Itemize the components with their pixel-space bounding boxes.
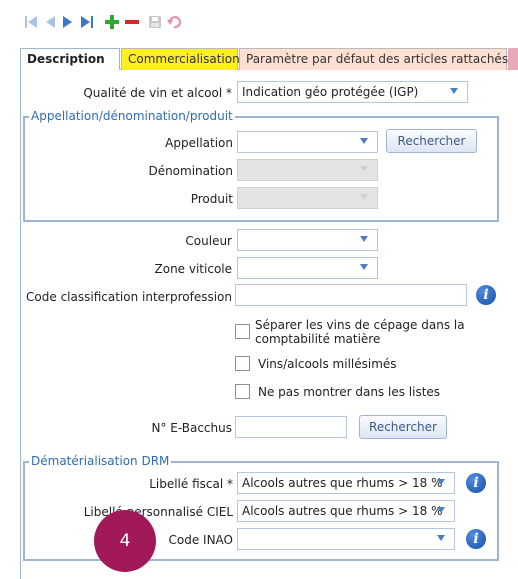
first-record-icon[interactable]: [24, 14, 38, 30]
separer-cepage-checkbox[interactable]: [235, 324, 250, 339]
appellation-search-button[interactable]: Rechercher: [386, 129, 477, 153]
millesimes-label: Vins/alcools millésimés: [258, 357, 397, 371]
tab-parametre-articles[interactable]: Paramètre par défaut des articles rattac…: [239, 48, 508, 70]
libelle-ciel-select[interactable]: Alcools autres que rhums > 18 %: [237, 500, 455, 522]
ne-pas-montrer-label: Ne pas montrer dans les listes: [258, 385, 441, 399]
info-icon[interactable]: i: [466, 473, 486, 493]
chevron-down-icon: [437, 479, 445, 485]
appellation-label: Appellation: [165, 136, 233, 150]
chevron-down-icon: [360, 138, 368, 144]
description-panel: Qualité de vin et alcool * Indication gé…: [20, 70, 518, 579]
tab-overflow[interactable]: [508, 48, 518, 70]
separer-cepage-label-line1: Séparer les vins de cépage dans la: [255, 318, 465, 332]
qualite-label: Qualité de vin et alcool *: [83, 86, 232, 100]
millesimes-checkbox[interactable]: [235, 356, 250, 371]
chevron-down-icon: [360, 194, 368, 200]
chevron-down-icon: [360, 264, 368, 270]
code-classification-input[interactable]: [235, 284, 467, 306]
undo-icon[interactable]: [166, 14, 182, 30]
tab-strip: Description Commercialisation Paramètre …: [20, 48, 518, 71]
libelle-fiscal-value: Alcools autres que rhums > 18 %: [242, 476, 443, 490]
ne-pas-montrer-checkbox[interactable]: [235, 384, 250, 399]
drm-group-title: Dématérialisation DRM: [29, 454, 172, 468]
zone-viticole-select[interactable]: [237, 257, 378, 279]
previous-record-icon[interactable]: [44, 14, 56, 30]
libelle-ciel-value: Alcools autres que rhums > 18 %: [242, 504, 443, 518]
libelle-fiscal-select[interactable]: Alcools autres que rhums > 18 %: [237, 472, 455, 494]
info-icon[interactable]: i: [476, 285, 496, 305]
last-record-icon[interactable]: [80, 14, 94, 30]
zone-viticole-label: Zone viticole: [154, 262, 233, 276]
separer-cepage-label-line2: comptabilité matière: [255, 332, 381, 346]
couleur-label: Couleur: [185, 234, 232, 248]
save-icon[interactable]: [148, 14, 162, 30]
toolbar: [0, 0, 518, 44]
chevron-down-icon: [360, 236, 368, 242]
qualite-select[interactable]: Indication géo protégée (IGP): [237, 81, 468, 103]
produit-label: Produit: [190, 192, 233, 206]
ebacchus-search-button[interactable]: Rechercher: [359, 415, 447, 439]
code-classification-label: Code classification interprofession: [26, 290, 232, 304]
next-record-icon[interactable]: [62, 14, 74, 30]
info-icon[interactable]: i: [466, 529, 486, 549]
qualite-value: Indication géo protégée (IGP): [242, 85, 419, 99]
ebacchus-input[interactable]: [235, 416, 347, 438]
couleur-select[interactable]: [237, 229, 378, 251]
denomination-select: [237, 159, 378, 181]
denomination-label: Dénomination: [148, 164, 233, 178]
tab-description[interactable]: Description: [20, 48, 120, 71]
code-inao-select[interactable]: [237, 528, 455, 550]
code-inao-label: Code INAO: [168, 533, 234, 547]
separer-cepage-label: Séparer les vins de cépage dans la compt…: [255, 318, 465, 346]
ebacchus-label: N° E-Bacchus: [151, 421, 232, 435]
add-icon[interactable]: [104, 14, 120, 30]
appellation-group-title: Appellation/dénomination/produit: [29, 109, 235, 123]
delete-icon[interactable]: [124, 14, 140, 30]
chevron-down-icon: [437, 507, 445, 513]
callout-badge: 4: [94, 510, 156, 572]
chevron-down-icon: [437, 535, 445, 541]
chevron-down-icon: [360, 166, 368, 172]
libelle-fiscal-label: Libellé fiscal *: [149, 477, 233, 491]
tab-commercialisation[interactable]: Commercialisation: [121, 48, 240, 70]
appellation-group: Appellation/dénomination/produit Appella…: [23, 109, 499, 222]
produit-select: [237, 187, 378, 209]
appellation-select[interactable]: [237, 131, 378, 153]
chevron-down-icon: [450, 88, 458, 94]
